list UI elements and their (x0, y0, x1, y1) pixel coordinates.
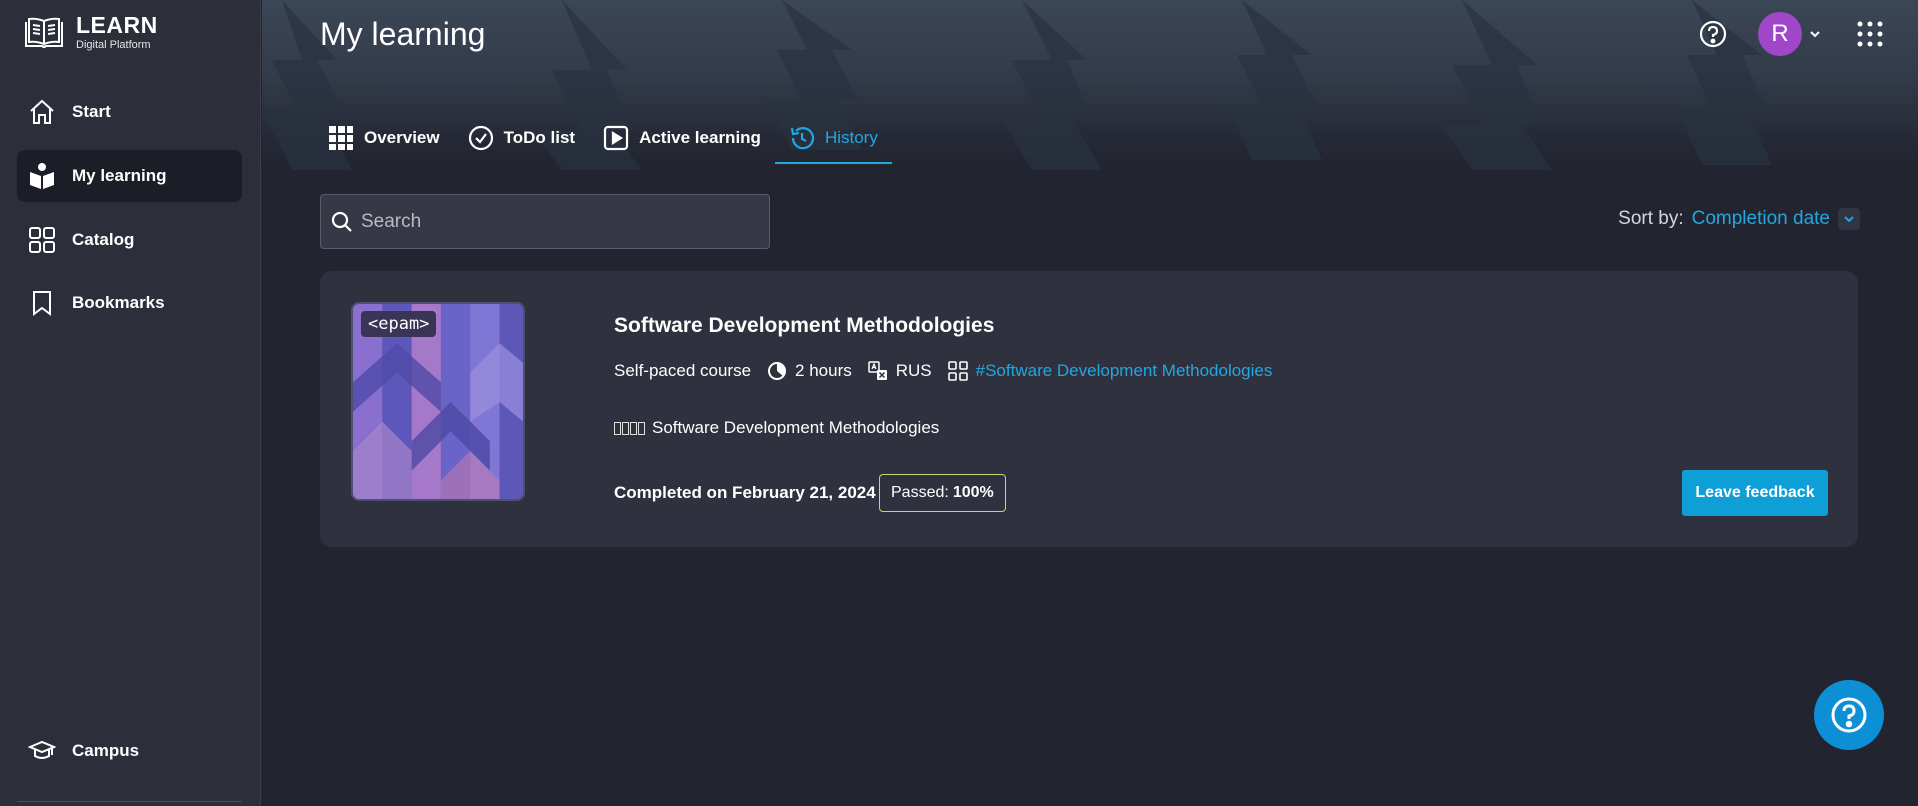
leave-feedback-button[interactable]: Leave feedback (1682, 470, 1828, 516)
sidebar-item-label: Catalog (72, 230, 135, 249)
sidebar-item-label: Bookmarks (72, 293, 165, 312)
course-duration-value: 2 hours (795, 361, 852, 380)
tab-todo-list[interactable]: ToDo list (454, 112, 589, 164)
page-title: My learning (320, 16, 486, 52)
sidebar-item-my-learning[interactable]: My learning (17, 150, 242, 202)
missing-glyph-icon (614, 421, 646, 435)
graduation-cap-icon (27, 736, 57, 766)
sidebar-item-start[interactable]: Start (17, 86, 242, 138)
sidebar-item-label: Start (72, 102, 111, 121)
sidebar-divider (17, 801, 242, 802)
learning-icon (27, 161, 57, 191)
course-tag-link[interactable]: #Software Development Methodologies (976, 361, 1273, 381)
sidebar-item-campus[interactable]: Campus (17, 725, 242, 777)
search-icon (331, 211, 352, 232)
catalog-icon (947, 361, 968, 381)
sort-label: Sort by: (1618, 208, 1684, 229)
main-content: My learning R Overview ToDo list Active … (262, 0, 1918, 806)
course-title[interactable]: Software Development Methodologies (614, 314, 994, 338)
course-provider-label: Software Development Methodologies (652, 418, 940, 437)
passed-badge: Passed: 100% (879, 474, 1006, 512)
book-icon (25, 17, 63, 48)
passed-value: 100% (952, 484, 994, 501)
provider-logo: <epam> (361, 311, 437, 337)
logo-title: LEARN (76, 12, 158, 38)
chevron-down-icon[interactable] (1838, 208, 1860, 230)
translate-icon (867, 361, 887, 380)
course-type: Self-paced course (614, 361, 752, 380)
course-tag[interactable]: #Software Development Methodologies (947, 361, 1273, 381)
logo[interactable]: LEARN Digital Platform (24, 14, 158, 51)
tab-bar: Overview ToDo list Active learning Histo… (314, 112, 892, 164)
sidebar-item-label: My learning (72, 166, 167, 185)
grid-icon (329, 126, 353, 150)
clock-icon (768, 362, 787, 380)
tab-history[interactable]: History (774, 112, 892, 164)
tab-label: ToDo list (503, 128, 576, 147)
help-icon[interactable] (1698, 19, 1728, 49)
course-thumbnail[interactable]: <epam> (351, 302, 525, 501)
bookmark-icon (27, 288, 57, 318)
course-language: RUS (867, 361, 932, 381)
course-language-value: RUS (895, 361, 932, 380)
tab-label: Active learning (639, 128, 761, 147)
sidebar-item-catalog[interactable]: Catalog (17, 214, 242, 266)
history-icon (790, 127, 815, 150)
search-input[interactable] (361, 210, 741, 233)
course-card[interactable]: <epam> Software Development Methodologie… (320, 271, 1858, 547)
sort-control[interactable]: Sort by: Completion date (1618, 208, 1860, 230)
avatar-initial: R (1771, 20, 1789, 47)
tab-label: Overview (364, 128, 440, 147)
sidebar-item-bookmarks[interactable]: Bookmarks (17, 277, 242, 329)
header-banner: My learning R Overview ToDo list Active … (262, 0, 1918, 170)
chevron-down-icon[interactable] (1808, 27, 1822, 41)
course-duration: 2 hours (767, 361, 852, 381)
passed-label: Passed: (891, 484, 949, 501)
help-fab-button[interactable] (1814, 680, 1884, 750)
tab-active-learning[interactable]: Active learning (589, 112, 775, 164)
check-circle-icon (468, 125, 493, 151)
play-square-icon (603, 125, 629, 151)
course-provider: Software Development Methodologies (614, 418, 939, 438)
course-meta: Self-paced course 2 hours RUS #Software … (614, 361, 1288, 381)
completion-date: Completed on February 21, 2024 (614, 483, 876, 502)
apps-grid-icon[interactable] (1856, 20, 1884, 48)
home-icon (27, 97, 57, 127)
catalog-icon (27, 225, 57, 255)
tab-overview[interactable]: Overview (314, 112, 454, 164)
sort-value[interactable]: Completion date (1692, 208, 1830, 230)
avatar[interactable]: R (1758, 12, 1802, 56)
logo-subtitle: Digital Platform (76, 39, 151, 51)
sidebar-item-label: Campus (72, 741, 140, 760)
help-icon (1831, 697, 1867, 733)
search-box (320, 194, 770, 249)
tab-label: History (824, 128, 878, 147)
sidebar: LEARN Digital Platform Start My learning… (0, 0, 261, 806)
